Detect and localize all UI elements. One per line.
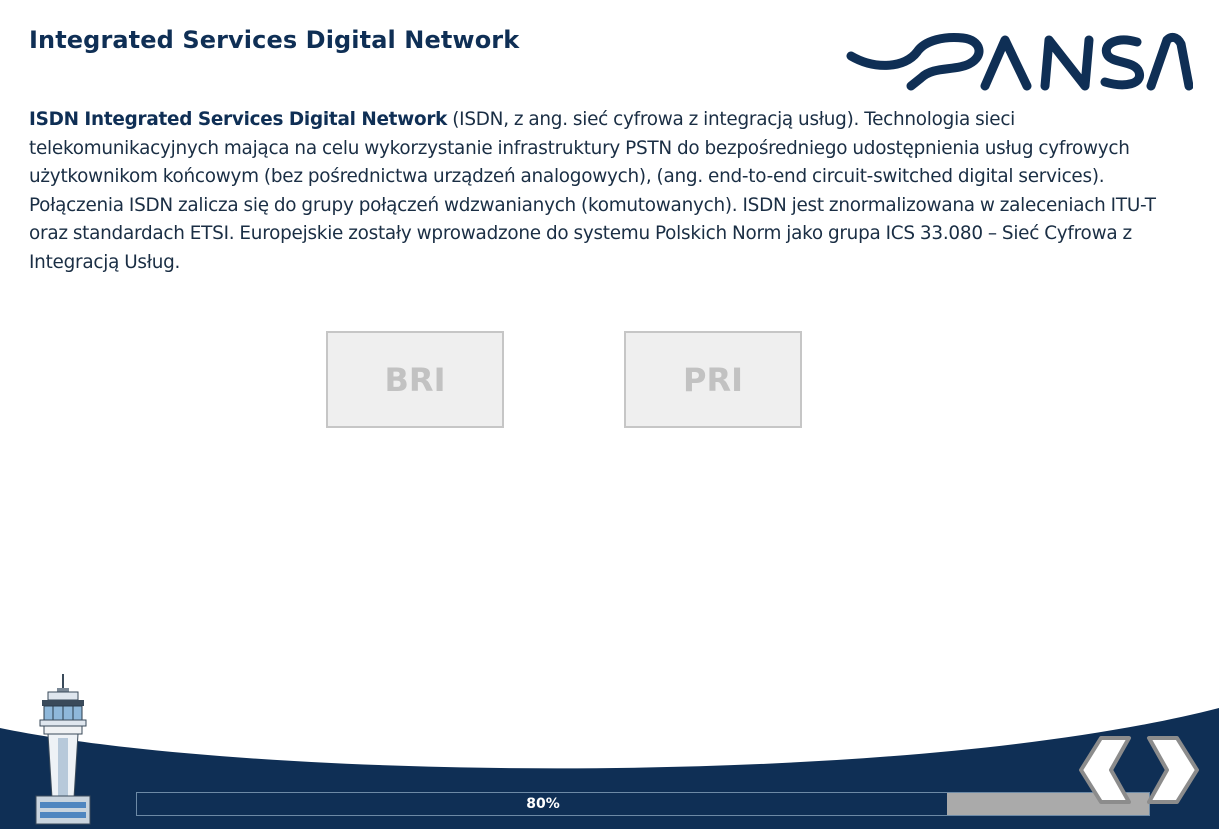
pri-button[interactable]: PRI xyxy=(624,331,802,428)
description-paragraph: ISDN Integrated Services Digital Network… xyxy=(29,106,1194,278)
progress-bar: 80% xyxy=(136,792,1150,816)
page-title: Integrated Services Digital Network xyxy=(29,26,520,54)
chevron-left-icon xyxy=(1079,736,1131,804)
pansa-logo xyxy=(846,32,1193,91)
description-text: (ISDN, z ang. sieć cyfrowa z integracją … xyxy=(29,109,1156,273)
slide: Integrated Services Digital Network ISDN… xyxy=(0,0,1219,829)
bri-button[interactable]: BRI xyxy=(326,331,504,428)
description-lead: ISDN Integrated Services Digital Network xyxy=(29,109,448,130)
chevron-right-icon xyxy=(1147,736,1199,804)
previous-button[interactable] xyxy=(1077,734,1139,806)
next-button[interactable] xyxy=(1139,734,1201,806)
control-tower-icon xyxy=(35,674,91,825)
progress-label: 80% xyxy=(526,796,560,812)
